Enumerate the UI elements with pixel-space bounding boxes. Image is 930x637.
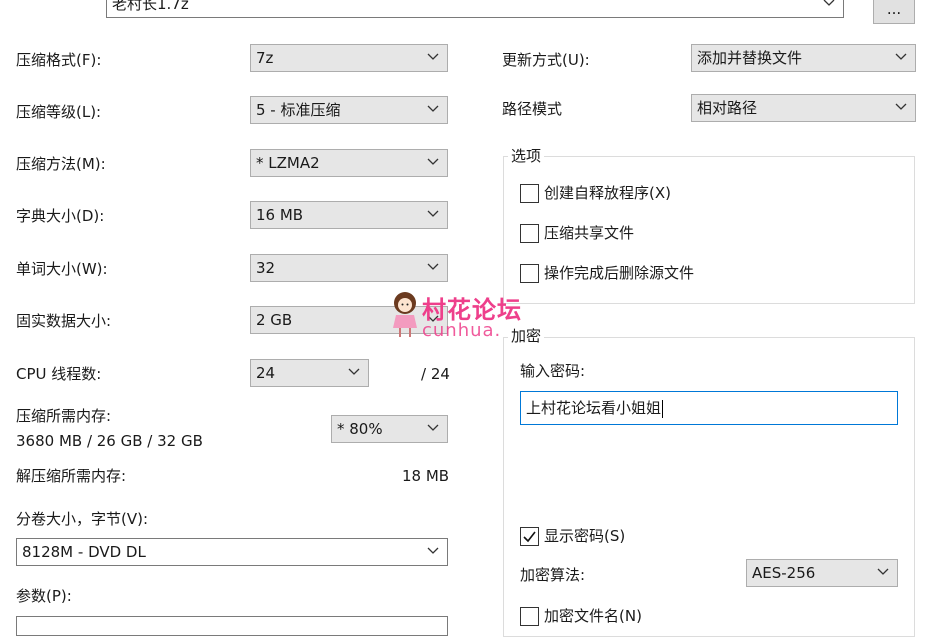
dictionary-label: 字典大小(D):	[16, 207, 105, 225]
dictionary-value: 16 MB	[256, 206, 304, 224]
password-input[interactable]: 上村花论坛看小姐姐	[520, 391, 898, 425]
threads-max: / 24	[421, 365, 450, 383]
chevron-down-icon	[348, 368, 360, 375]
browse-button[interactable]: ...	[873, 0, 915, 24]
encryption-group	[503, 337, 915, 637]
format-value: 7z	[256, 49, 274, 67]
memory-percent-value: * 80%	[337, 420, 383, 438]
memory-value: 3680 MB / 26 GB / 32 GB	[16, 432, 203, 450]
girl-mascot-icon	[393, 292, 417, 337]
word-size-select[interactable]: 32	[250, 254, 448, 282]
chevron-down-icon	[427, 263, 439, 270]
volume-combo[interactable]: 8128M - DVD DL	[16, 538, 448, 566]
level-value: 5 - 标准压缩	[256, 101, 341, 119]
options-group-title: 选项	[508, 147, 545, 165]
checkmark-icon	[523, 531, 536, 543]
threads-value: 24	[256, 364, 276, 382]
text-caret	[662, 399, 664, 418]
solid-size-label: 固实数据大小:	[16, 312, 112, 330]
watermark-subtitle: cunhua.	[422, 320, 502, 341]
level-select[interactable]: 5 - 标准压缩	[250, 96, 448, 124]
threads-label: CPU 线程数:	[16, 365, 102, 383]
path-mode-value: 相对路径	[697, 99, 758, 117]
password-label: 输入密码:	[520, 362, 586, 380]
method-value: * LZMA2	[256, 154, 320, 172]
shared-label: 压缩共享文件	[544, 224, 635, 242]
update-mode-value: 添加并替换文件	[697, 49, 803, 67]
archive-filename: 老村长1.7z	[112, 0, 189, 13]
word-size-label: 单词大小(W):	[16, 260, 108, 278]
method-label: 压缩方法(M):	[16, 155, 106, 173]
decompress-memory-label: 解压缩所需内存:	[16, 467, 127, 485]
level-label: 压缩等级(L):	[16, 103, 102, 121]
browse-button-label: ...	[886, 0, 902, 18]
update-mode-select[interactable]: 添加并替换文件	[691, 44, 916, 72]
volume-label: 分卷大小，字节(V):	[16, 510, 149, 528]
shared-checkbox[interactable]	[520, 224, 539, 243]
encrypt-names-label: 加密文件名(N)	[544, 607, 642, 625]
show-password-checkbox[interactable]	[520, 527, 539, 546]
params-input[interactable]	[16, 616, 448, 636]
format-select[interactable]: 7z	[250, 44, 448, 72]
chevron-down-icon	[895, 103, 907, 110]
chevron-down-icon	[427, 424, 439, 431]
method-select[interactable]: * LZMA2	[250, 149, 448, 177]
format-label: 压缩格式(F):	[16, 51, 102, 69]
params-label: 参数(P):	[16, 587, 72, 605]
delete-after-checkbox[interactable]	[520, 264, 539, 283]
volume-value: 8128M - DVD DL	[22, 543, 146, 561]
chevron-down-icon	[823, 0, 835, 6]
memory-label: 压缩所需内存:	[16, 407, 112, 425]
memory-percent-select[interactable]: * 80%	[331, 415, 448, 443]
chevron-down-icon	[427, 158, 439, 165]
chevron-down-icon	[427, 210, 439, 217]
solid-size-value: 2 GB	[256, 311, 293, 329]
threads-select[interactable]: 24	[250, 359, 369, 387]
update-mode-label: 更新方式(U):	[502, 51, 590, 69]
chevron-down-icon	[427, 53, 439, 60]
encryption-method-select[interactable]: AES-256	[746, 559, 898, 587]
path-mode-label: 路径模式	[502, 100, 563, 118]
encryption-method-value: AES-256	[752, 564, 816, 582]
sfx-checkbox[interactable]	[520, 184, 539, 203]
decompress-memory-value: 18 MB	[402, 467, 450, 485]
watermark: 村花论坛 cunhua.	[388, 290, 548, 344]
word-size-value: 32	[256, 259, 276, 277]
password-value: 上村花论坛看小姐姐	[526, 399, 662, 417]
delete-after-label: 操作完成后删除源文件	[544, 264, 695, 282]
dictionary-select[interactable]: 16 MB	[250, 201, 448, 229]
sfx-label: 创建自释放程序(X)	[544, 184, 671, 202]
encryption-method-label: 加密算法:	[520, 566, 586, 584]
path-mode-select[interactable]: 相对路径	[691, 94, 916, 122]
chevron-down-icon	[427, 547, 439, 554]
archive-filename-combo[interactable]: 老村长1.7z	[106, 0, 844, 18]
chevron-down-icon	[427, 105, 439, 112]
chevron-down-icon	[895, 53, 907, 60]
chevron-down-icon	[877, 568, 889, 575]
encrypt-names-checkbox[interactable]	[520, 607, 539, 626]
show-password-label: 显示密码(S)	[544, 527, 626, 545]
